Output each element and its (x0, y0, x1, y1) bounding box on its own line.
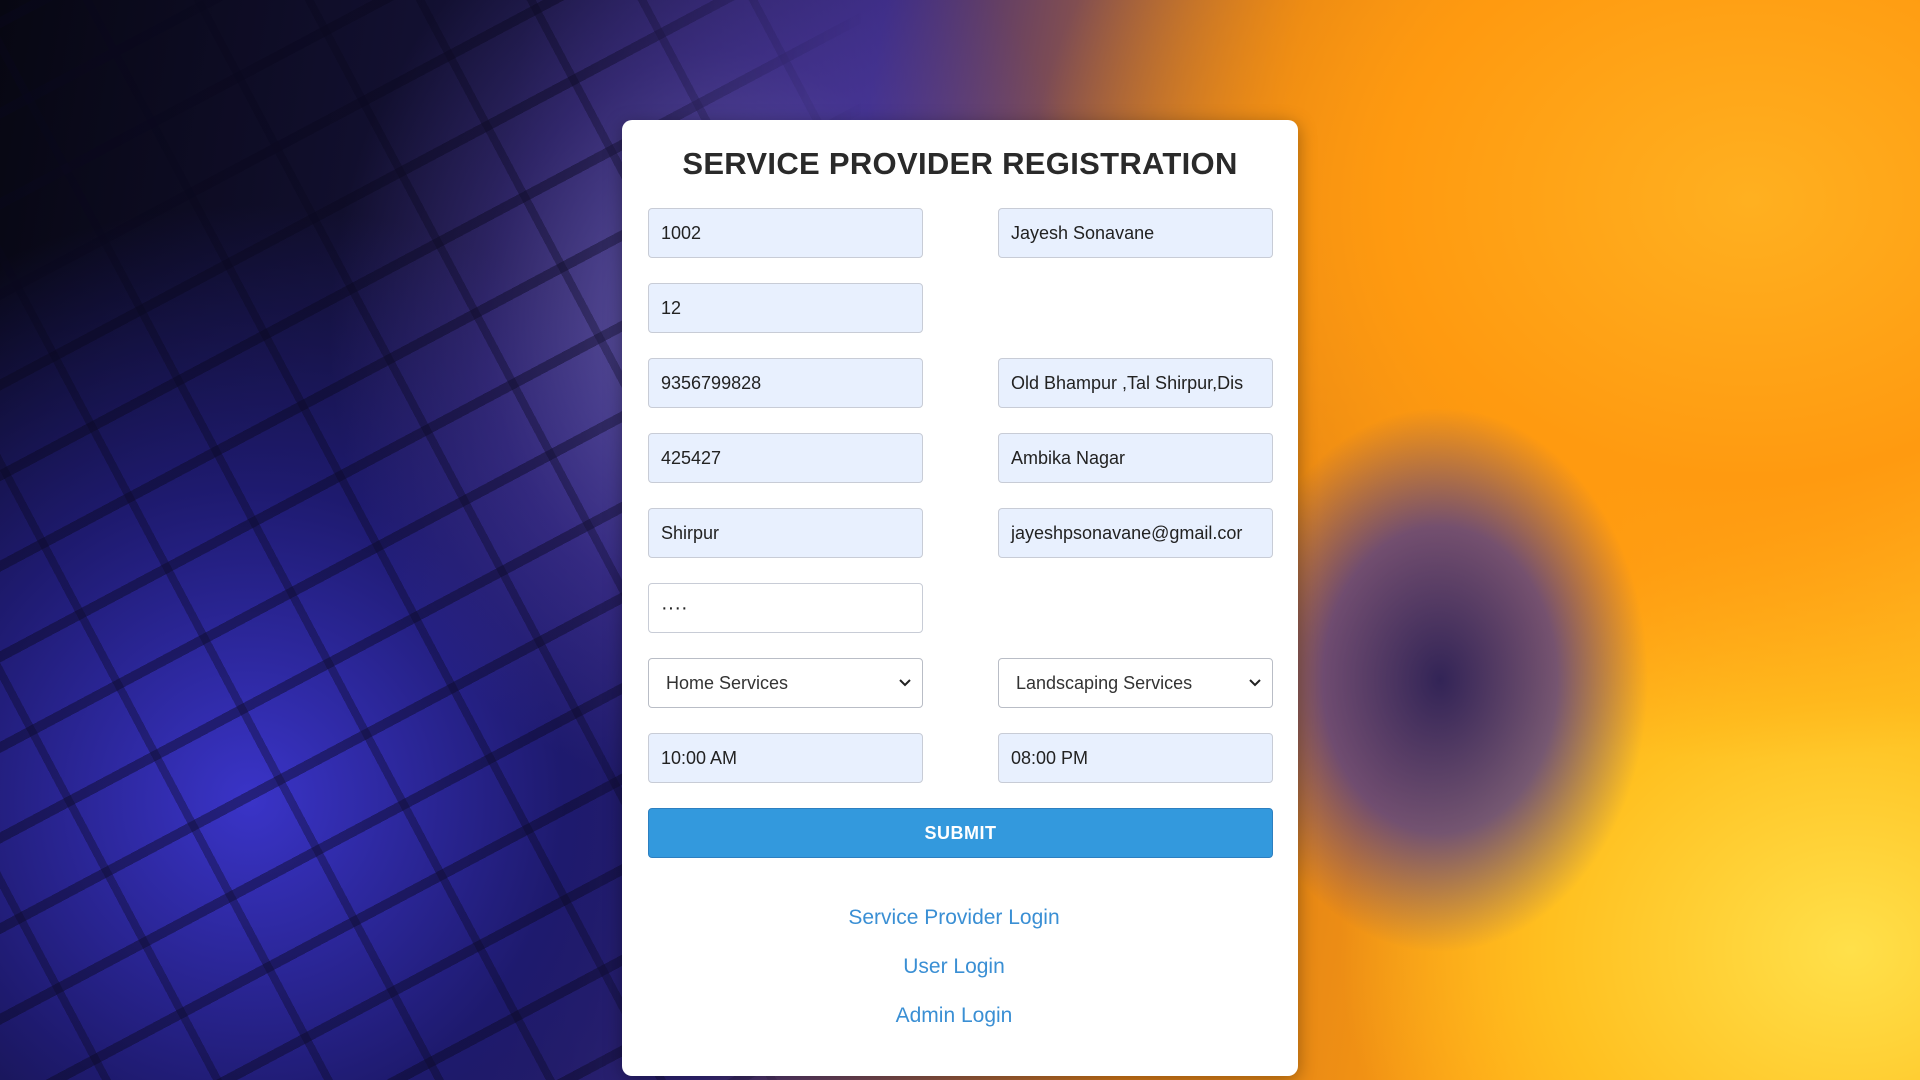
submit-button[interactable]: SUBMIT (648, 808, 1273, 858)
page-title: SERVICE PROVIDER REGISTRATION (682, 146, 1238, 181)
admin-login-link[interactable]: Admin Login (622, 1004, 1286, 1028)
open-time-input[interactable]: 10:00 AM (648, 733, 923, 783)
service-select[interactable]: Landscaping Services (998, 658, 1273, 708)
registration-card: SERVICE PROVIDER REGISTRATION 1002 Jayes… (622, 120, 1298, 1076)
close-time-input[interactable]: 08:00 PM (998, 733, 1273, 783)
chevron-down-icon (899, 679, 911, 687)
user-login-link[interactable]: User Login (622, 955, 1286, 979)
city-input[interactable]: Shirpur (648, 508, 923, 558)
service-select-value: Landscaping Services (1016, 673, 1193, 693)
category-select-value: Home Services (666, 673, 789, 693)
age-input[interactable]: 12 (648, 283, 923, 333)
provider-id-input[interactable]: 1002 (648, 208, 923, 258)
address-input[interactable]: Old Bhampur ,Tal Shirpur,Dis (998, 358, 1273, 408)
category-select[interactable]: Home Services (648, 658, 923, 708)
chevron-down-icon (1249, 679, 1261, 687)
service-provider-login-link[interactable]: Service Provider Login (622, 906, 1286, 930)
area-input[interactable]: Ambika Nagar (998, 433, 1273, 483)
pincode-input[interactable]: 425427 (648, 433, 923, 483)
name-input[interactable]: Jayesh Sonavane (998, 208, 1273, 258)
mobile-input[interactable]: 9356799828 (648, 358, 923, 408)
email-input[interactable]: jayeshpsonavane@gmail.cor (998, 508, 1273, 558)
password-input[interactable]: ···· (648, 583, 923, 633)
